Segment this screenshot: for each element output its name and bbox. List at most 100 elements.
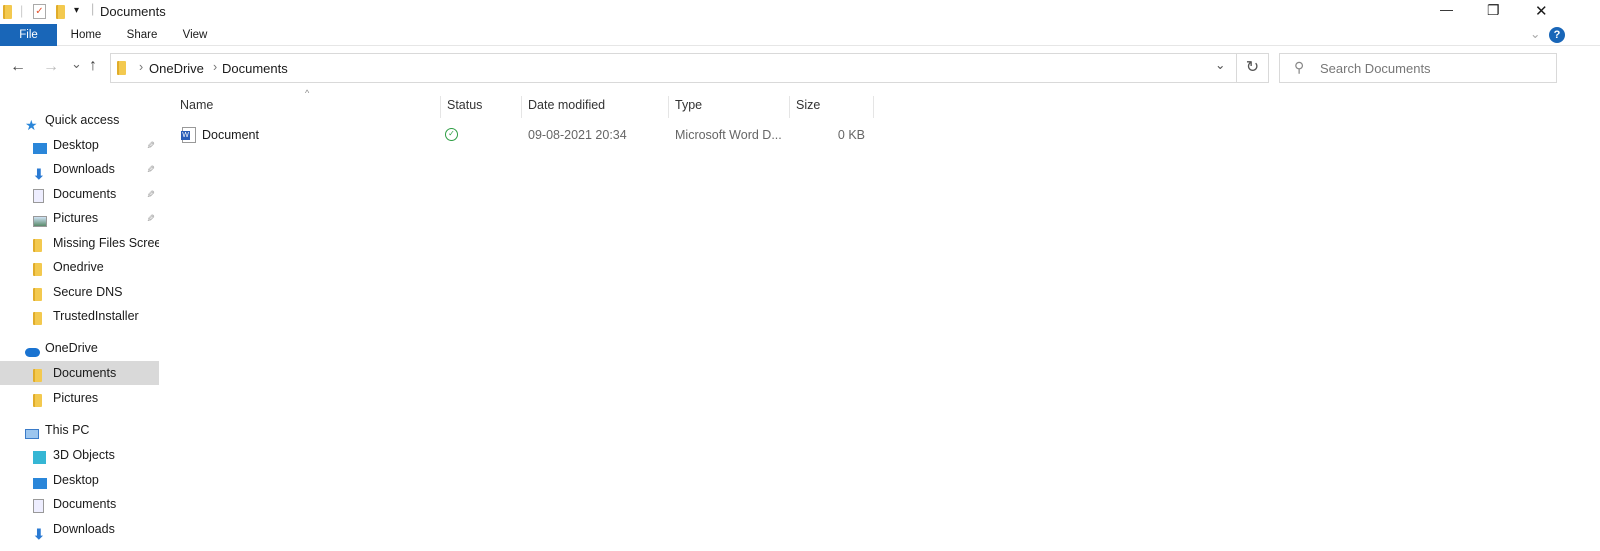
cloud-icon xyxy=(25,341,40,357)
folder-icon xyxy=(33,260,47,276)
file-date-modified: 09-08-2021 20:34 xyxy=(528,128,627,142)
folder-icon xyxy=(117,61,126,75)
pin-icon: ✎ xyxy=(144,213,156,223)
divider: | xyxy=(20,4,24,18)
tab-home[interactable]: Home xyxy=(62,24,110,46)
refresh-button[interactable]: ↻ xyxy=(1237,53,1269,83)
sidebar-item-label: Onedrive xyxy=(53,260,104,274)
desktop-icon xyxy=(33,138,47,154)
window-title: Documents xyxy=(100,4,166,19)
desktop-icon xyxy=(33,473,47,489)
file-row[interactable]: W Document ✓ 09-08-2021 20:34 Microsoft … xyxy=(174,123,874,149)
sidebar-item-label: Downloads xyxy=(53,162,115,176)
sidebar-item-pictures[interactable]: Pictures xyxy=(0,386,159,410)
back-button[interactable]: ← xyxy=(10,58,26,76)
sidebar-item-3d-objects[interactable]: 3D Objects xyxy=(0,443,159,467)
folder-icon xyxy=(33,309,47,325)
breadcrumb-onedrive[interactable]: OneDrive xyxy=(149,61,204,76)
column-header-size[interactable]: Size xyxy=(790,96,874,118)
close-button[interactable]: ✕ xyxy=(1535,2,1548,20)
sidebar-item-label: 3D Objects xyxy=(53,448,115,462)
customize-toolbar-icon[interactable]: ▾ xyxy=(74,5,79,16)
synced-status-icon: ✓ xyxy=(445,128,458,141)
sidebar-item-label: Pictures xyxy=(53,391,99,405)
search-input[interactable]: Search Documents xyxy=(1320,61,1431,76)
document-icon xyxy=(33,187,47,203)
file-size: 0 KB xyxy=(837,128,865,142)
sidebar-item-documents[interactable]: Documents xyxy=(0,361,159,385)
sidebar-item-downloads[interactable]: ⬇ Downloads xyxy=(0,517,159,541)
help-icon[interactable]: ? xyxy=(1549,27,1565,43)
sidebar-item-secure-dns[interactable]: Secure DNS xyxy=(0,280,159,304)
pin-icon: ✎ xyxy=(144,140,156,150)
file-name[interactable]: Document xyxy=(202,128,259,142)
document-icon xyxy=(33,497,47,513)
search-box[interactable]: ⚲ Search Documents xyxy=(1279,53,1557,83)
folder-icon xyxy=(33,236,47,252)
download-icon: ⬇ xyxy=(33,526,45,541)
navigation-pane: ★ Quick access Desktop ✎ ⬇ Downloads ✎ Document… xyxy=(0,108,160,551)
folder-icon xyxy=(3,5,12,19)
divider: | xyxy=(91,2,95,16)
column-header-date-modified[interactable]: Date modified xyxy=(522,96,669,118)
sidebar-item-desktop[interactable]: Desktop ✎ xyxy=(0,133,159,157)
download-icon: ⬇ xyxy=(33,166,45,181)
sidebar-item-downloads[interactable]: ⬇ Downloads ✎ xyxy=(0,157,159,181)
sidebar-item-missing-files-screen[interactable]: Missing Files Screen xyxy=(0,231,159,255)
sidebar-item-label: This PC xyxy=(45,423,90,437)
sidebar-item-label: Desktop xyxy=(53,473,99,487)
search-icon: ⚲ xyxy=(1294,59,1305,75)
address-dropdown-button[interactable]: ⌄ xyxy=(1215,57,1225,72)
file-type: Microsoft Word D... xyxy=(675,128,782,142)
up-button[interactable]: ↑ xyxy=(89,57,97,75)
folder-icon xyxy=(33,366,47,382)
sidebar-item-label: Documents xyxy=(53,497,117,511)
tab-share[interactable]: Share xyxy=(118,24,166,46)
tab-view[interactable]: View xyxy=(172,24,218,46)
forward-button[interactable]: → xyxy=(43,58,59,76)
expand-ribbon-icon[interactable]: ⌄ xyxy=(1530,26,1540,41)
folder-icon xyxy=(33,285,47,301)
pc-icon xyxy=(25,423,39,439)
properties-icon[interactable]: ✓ xyxy=(33,4,46,19)
sidebar-item-label: Downloads xyxy=(53,522,115,536)
cube-icon xyxy=(33,448,47,464)
star-icon: ★ xyxy=(25,117,38,132)
sidebar-item-desktop[interactable]: Desktop xyxy=(0,468,159,492)
pin-icon: ✎ xyxy=(144,164,156,174)
folder-icon xyxy=(33,391,47,407)
address-bar[interactable]: › OneDrive › Documents ⌄ xyxy=(110,53,1237,83)
sidebar-item-documents[interactable]: Documents ✎ xyxy=(0,182,159,206)
sidebar-item-label: Secure DNS xyxy=(53,285,123,299)
tab-file[interactable]: File xyxy=(0,24,57,46)
pin-icon: ✎ xyxy=(144,189,156,199)
sidebar-item-label: Quick access xyxy=(45,113,120,127)
sidebar-item-onedrive[interactable]: Onedrive xyxy=(0,255,159,279)
sidebar-item-onedrive[interactable]: OneDrive xyxy=(0,336,159,360)
new-folder-icon[interactable] xyxy=(56,5,65,19)
chevron-right-icon[interactable]: › xyxy=(213,60,217,74)
restore-button[interactable]: ❐ xyxy=(1487,2,1500,19)
sidebar-item-trustedinstaller[interactable]: TrustedInstaller xyxy=(0,304,159,328)
sidebar-item-label: TrustedInstaller xyxy=(53,309,139,323)
sidebar-item-pictures[interactable]: Pictures ✎ xyxy=(0,206,159,230)
recent-locations-button[interactable]: ⌄ xyxy=(71,56,82,72)
sidebar-item-label: Documents xyxy=(53,187,117,201)
sidebar-item-label: Missing Files Screen xyxy=(53,236,159,250)
sidebar-item-label: Pictures xyxy=(53,211,99,225)
breadcrumb-documents[interactable]: Documents xyxy=(222,61,288,76)
column-header-status[interactable]: Status xyxy=(441,96,522,118)
sidebar-item-label: Desktop xyxy=(53,138,99,152)
sidebar-item-quick-access[interactable]: ★ Quick access xyxy=(0,108,159,132)
column-header-name[interactable]: Name xyxy=(174,96,441,118)
sidebar-item-documents[interactable]: Documents xyxy=(0,492,159,516)
sidebar-item-label: Documents xyxy=(53,366,117,380)
title-bar: | ✓ ▾ | Documents — ❐ ✕ xyxy=(0,0,1600,24)
column-header-type[interactable]: Type xyxy=(669,96,790,118)
pictures-icon xyxy=(33,211,47,227)
sidebar-item-label: OneDrive xyxy=(45,341,98,355)
chevron-right-icon[interactable]: › xyxy=(139,60,143,74)
ribbon: File Home Share View ⌄ ? xyxy=(0,24,1600,46)
sidebar-item-this-pc[interactable]: This PC xyxy=(0,418,159,442)
minimize-button[interactable]: — xyxy=(1440,2,1453,17)
